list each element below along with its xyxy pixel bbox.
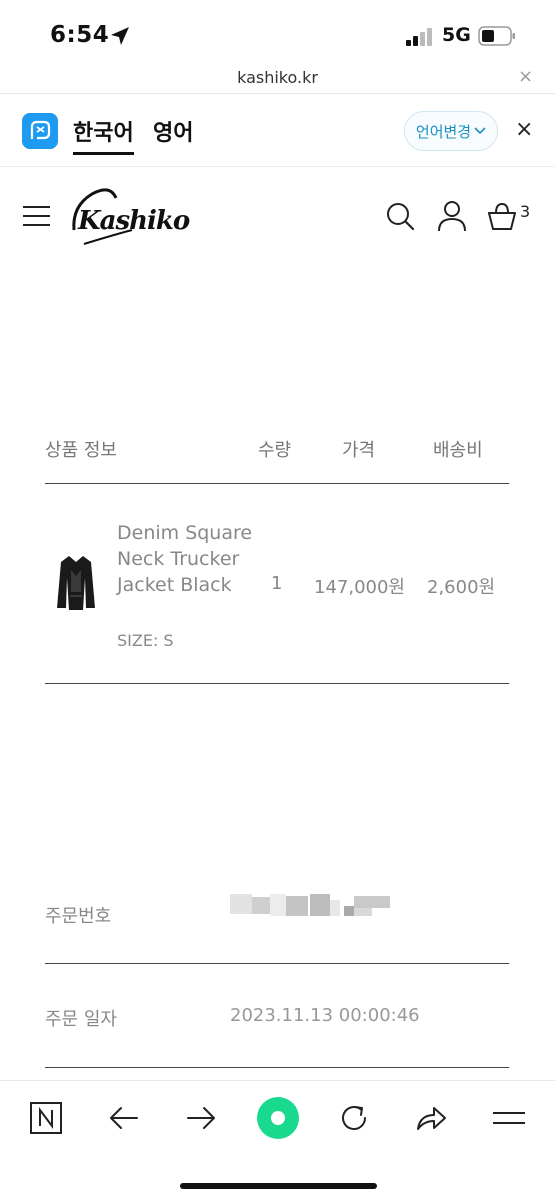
order-date-label: 주문 일자 [45,1009,117,1030]
product-shipping: 2,600원 [427,577,496,598]
chevron-down-icon [474,127,486,135]
menu-icon[interactable] [492,1101,526,1135]
table-row: Denim Square Neck Trucker Jacket Black S… [45,484,509,684]
network-type: 5G [442,24,471,46]
close-translate-icon[interactable]: × [515,117,533,142]
naver-n-icon[interactable] [29,1101,63,1135]
product-table-header: 상품 정보 수량 가격 배송비 [45,432,509,484]
user-icon[interactable] [437,200,467,232]
product-quantity: 1 [271,573,283,594]
location-arrow-icon [111,27,129,45]
header-price: 가격 [342,440,376,461]
home-indicator[interactable] [180,1183,377,1189]
order-number-label: 주문번호 [45,906,112,927]
order-date-row: 주문 일자 2023.11.13 00:00:46 [45,1005,509,1068]
search-icon[interactable] [385,201,415,231]
url-text[interactable]: kashiko.kr [0,68,555,87]
translate-bar: 한국어 영어 언어변경 × [0,95,555,167]
battery-icon [478,26,515,46]
site-logo[interactable]: Kashiko [70,186,200,246]
green-dot-home-icon[interactable] [256,1096,300,1140]
header-shipping: 배송비 [433,440,483,461]
order-date-value: 2023.11.13 00:00:46 [230,1005,420,1026]
papago-icon [22,113,58,149]
product-price: 147,000원 [314,577,405,598]
share-icon[interactable] [414,1101,448,1135]
url-bar[interactable]: kashiko.kr × [0,62,555,94]
status-bar: 6:54 5G [0,0,555,62]
product-thumbnail[interactable] [55,552,97,614]
refresh-icon[interactable] [337,1101,371,1135]
signal-icon [406,28,434,46]
browser-bottom-bar [0,1080,555,1200]
header-quantity: 수량 [258,440,292,461]
product-name[interactable]: Denim Square Neck Trucker Jacket Black [117,520,257,598]
language-change-label: 언어변경 [415,122,472,141]
site-header: Kashiko 3 [0,168,555,260]
redacted-order-number [230,894,390,916]
header-product-info: 상품 정보 [45,440,117,461]
back-arrow-icon[interactable] [107,1101,141,1135]
close-url-icon[interactable]: × [518,66,533,87]
order-number-row: 주문번호 [45,894,509,964]
logo-text: Kashiko [78,206,190,236]
tab-korean[interactable]: 한국어 [73,115,134,155]
cart-count-badge: 3 [520,202,531,221]
status-time: 6:54 [50,22,110,48]
product-size: SIZE: S [117,631,174,650]
forward-arrow-icon[interactable] [184,1101,218,1135]
tab-english[interactable]: 영어 [153,115,193,147]
cart-basket-icon[interactable] [486,200,518,232]
language-change-button[interactable]: 언어변경 [404,111,498,151]
hamburger-menu-icon[interactable] [23,206,50,226]
